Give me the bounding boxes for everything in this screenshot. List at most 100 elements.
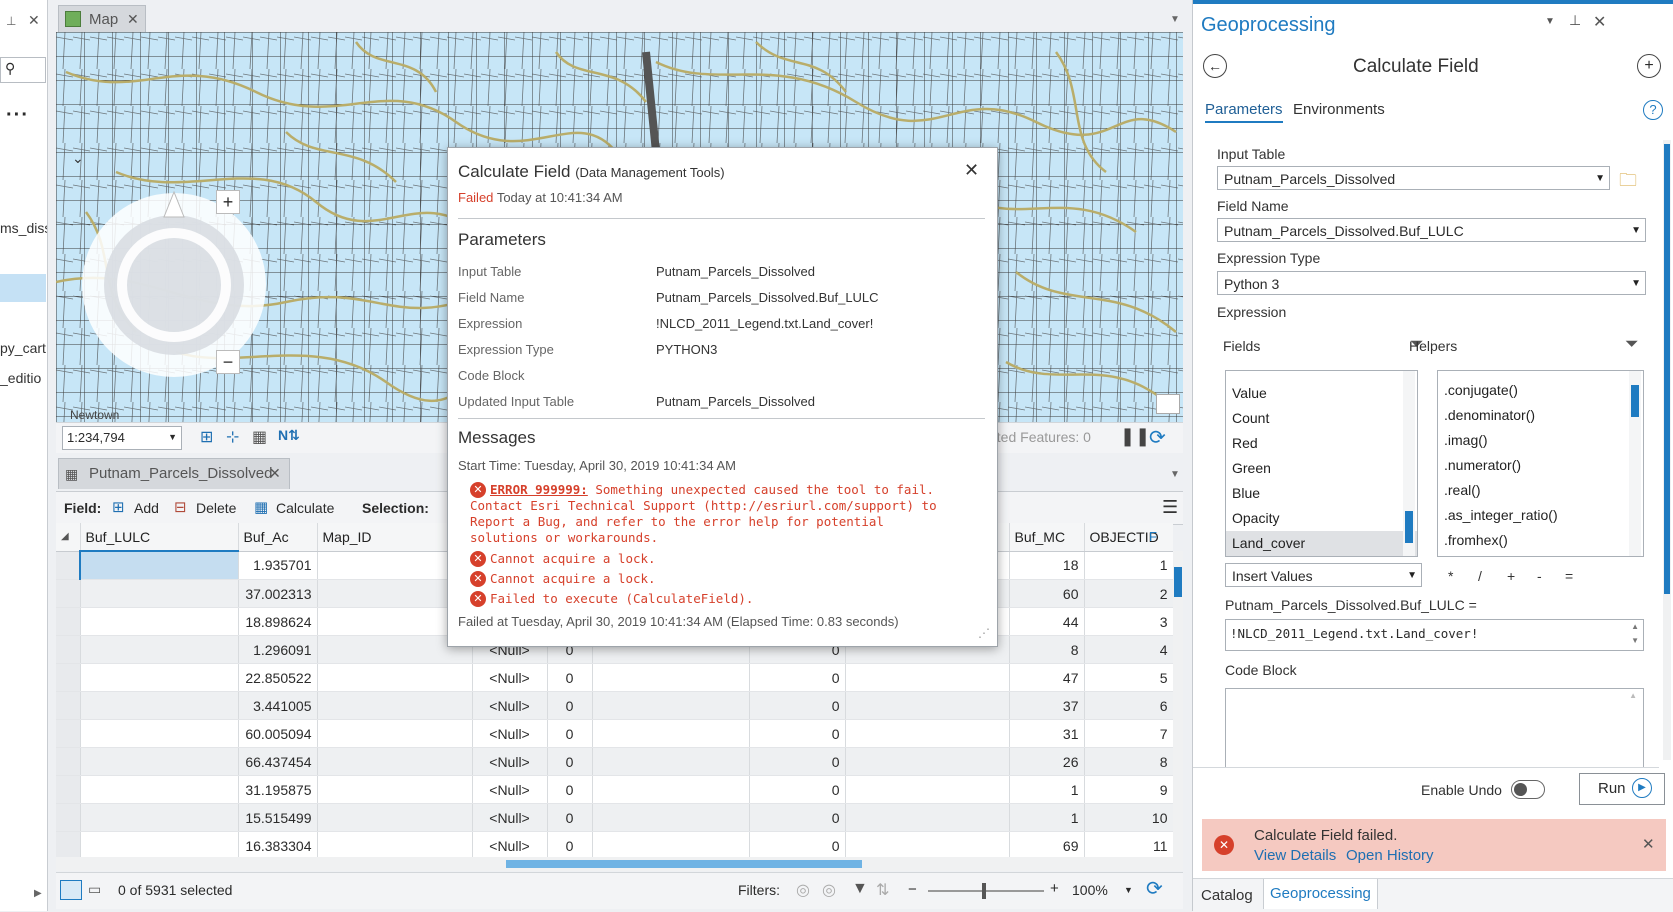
cell-buf-lulc[interactable]	[80, 691, 239, 720]
table-cell[interactable]	[845, 719, 1010, 748]
scroll-up-icon[interactable]: ▲	[1629, 691, 1637, 700]
table-cell[interactable]: 0	[749, 831, 846, 857]
refresh-icon[interactable]: ⟳	[1149, 425, 1166, 450]
add-coordinates-icon[interactable]: ⊞	[200, 427, 213, 447]
cell-buf-lulc[interactable]	[80, 607, 239, 636]
list-item[interactable]: .fromhex()	[1438, 528, 1643, 553]
list-item-selected[interactable]: Land_cover	[1226, 531, 1417, 556]
cell-buf-ac[interactable]: 18.898624	[238, 607, 318, 636]
tab-catalog[interactable]: Catalog	[1201, 887, 1253, 904]
cell-buf-ac[interactable]: 1.296091	[238, 635, 318, 664]
scroll-down-icon[interactable]: ▼	[1631, 636, 1639, 645]
cell-objectid[interactable]: 9	[1084, 775, 1173, 804]
list-item[interactable]: .numerator()	[1438, 453, 1643, 478]
table-cell[interactable]: <Null>	[472, 663, 548, 692]
cell-buf-mc[interactable]: 26	[1009, 747, 1085, 776]
cell-objectid[interactable]: 2	[1084, 579, 1173, 608]
table-cell[interactable]	[845, 831, 1010, 857]
table-cell[interactable]: 0	[547, 803, 593, 832]
cell-buf-mc[interactable]: 31	[1009, 719, 1085, 748]
navigator-collapse-icon[interactable]: ⌄	[72, 150, 84, 167]
row-header[interactable]	[56, 747, 81, 776]
zoom-in-button[interactable]: +	[1050, 880, 1059, 897]
operator-subtract-button[interactable]: -	[1537, 568, 1542, 584]
tab-parameters[interactable]: Parameters	[1205, 101, 1283, 123]
cell-objectid[interactable]: 6	[1084, 691, 1173, 720]
selected-catalog-item[interactable]	[0, 274, 46, 302]
list-item[interactable]: Red	[1226, 431, 1417, 456]
calculate-button[interactable]: Calculate	[276, 500, 334, 516]
horizontal-scrollbar[interactable]	[56, 857, 1183, 871]
list-scrollbar[interactable]	[1403, 371, 1415, 556]
north-arrow-icon[interactable]: N⇅	[278, 427, 300, 444]
scrollbar-thumb[interactable]	[1405, 511, 1413, 543]
catalog-item[interactable]: py_cart	[0, 340, 46, 356]
table-cell[interactable]	[845, 803, 1010, 832]
tab-attribute-table[interactable]: ▦ Putnam_Parcels_Dissolved ✕	[58, 458, 290, 489]
table-menu-icon[interactable]: ☰	[1162, 497, 1178, 518]
chevron-down-icon[interactable]: ▼	[1124, 885, 1133, 895]
cell-objectid[interactable]: 10	[1084, 803, 1173, 832]
expand-icon[interactable]: ▶	[34, 888, 42, 899]
catalog-item[interactable]: _editio	[0, 370, 41, 386]
close-icon[interactable]: ✕	[1593, 12, 1606, 32]
table-cell[interactable]: <Null>	[472, 691, 548, 720]
cell-buf-ac[interactable]: 31.195875	[238, 775, 318, 804]
cell-buf-mc[interactable]: 37	[1009, 691, 1085, 720]
tab-geoprocessing[interactable]: Geoprocessing	[1263, 879, 1378, 909]
close-icon[interactable]: ✕	[1642, 835, 1655, 853]
table-cell[interactable]: 0	[547, 831, 593, 857]
table-cell[interactable]: 0	[749, 691, 846, 720]
row-header[interactable]	[56, 579, 81, 608]
close-icon[interactable]: ✕	[964, 160, 979, 181]
vertical-scrollbar[interactable]	[1173, 551, 1183, 857]
cell-buf-mc[interactable]: 1	[1009, 803, 1085, 832]
cell-buf-mc[interactable]: 60	[1009, 579, 1085, 608]
expression-type-dropdown[interactable]: Python 3 ▼	[1217, 271, 1646, 295]
list-item[interactable]: Blue	[1226, 481, 1417, 506]
show-all-records-icon[interactable]	[60, 880, 82, 900]
column-header[interactable]: Buf_MC	[1009, 523, 1085, 552]
table-cell[interactable]	[845, 691, 1010, 720]
table-cell[interactable]	[592, 691, 750, 720]
row-header[interactable]	[56, 691, 81, 720]
filter-extent-icon[interactable]: ◎	[796, 880, 810, 900]
tab-map[interactable]: Map ✕	[58, 5, 146, 34]
table-cell[interactable]: <Null>	[472, 747, 548, 776]
delete-field-button[interactable]: Delete	[196, 500, 236, 516]
list-item[interactable]: .real()	[1438, 478, 1643, 503]
zoom-out-button[interactable]: −	[908, 881, 917, 898]
cell-map-id[interactable]	[317, 831, 473, 857]
cell-buf-lulc[interactable]	[80, 719, 239, 748]
list-item[interactable]: Opacity	[1226, 506, 1417, 531]
cell-buf-lulc[interactable]	[80, 579, 239, 608]
row-header[interactable]	[56, 635, 81, 664]
table-cell[interactable]: 0	[547, 719, 593, 748]
folder-icon[interactable]: 🗀	[1619, 168, 1637, 198]
table-cell[interactable]: 0	[547, 775, 593, 804]
open-history-link[interactable]: Open History	[1346, 847, 1434, 864]
panel-dropdown-icon[interactable]: ▼	[1170, 469, 1180, 480]
table-cell[interactable]	[592, 775, 750, 804]
list-item[interactable]: Value	[1226, 381, 1417, 406]
operator-multiply-button[interactable]: *	[1448, 568, 1453, 584]
zoom-slider-handle[interactable]	[982, 883, 986, 899]
close-icon[interactable]: ✕	[28, 12, 40, 29]
code-block-editor[interactable]: ▲	[1225, 688, 1644, 768]
cell-map-id[interactable]	[317, 747, 473, 776]
back-icon[interactable]: ←	[1203, 54, 1227, 78]
scrollbar-thumb[interactable]	[1174, 567, 1182, 597]
input-table-field[interactable]: Putnam_Parcels_Dissolved ▼	[1217, 166, 1610, 190]
add-icon[interactable]: +	[1637, 54, 1661, 78]
close-tab-icon[interactable]: ✕	[127, 11, 139, 28]
row-header[interactable]	[56, 775, 81, 804]
catalog-item[interactable]: ms_diss	[0, 220, 47, 236]
table-cell[interactable]: 0	[749, 663, 846, 692]
help-icon[interactable]: ?	[1643, 100, 1663, 120]
table-cell[interactable]	[845, 747, 1010, 776]
close-tab-icon[interactable]: ✕	[269, 465, 281, 482]
cell-buf-lulc[interactable]	[80, 635, 239, 664]
column-header[interactable]: OBJECTID	[1084, 523, 1173, 552]
table-cell[interactable]: 0	[749, 775, 846, 804]
cell-buf-lulc[interactable]	[80, 663, 239, 692]
